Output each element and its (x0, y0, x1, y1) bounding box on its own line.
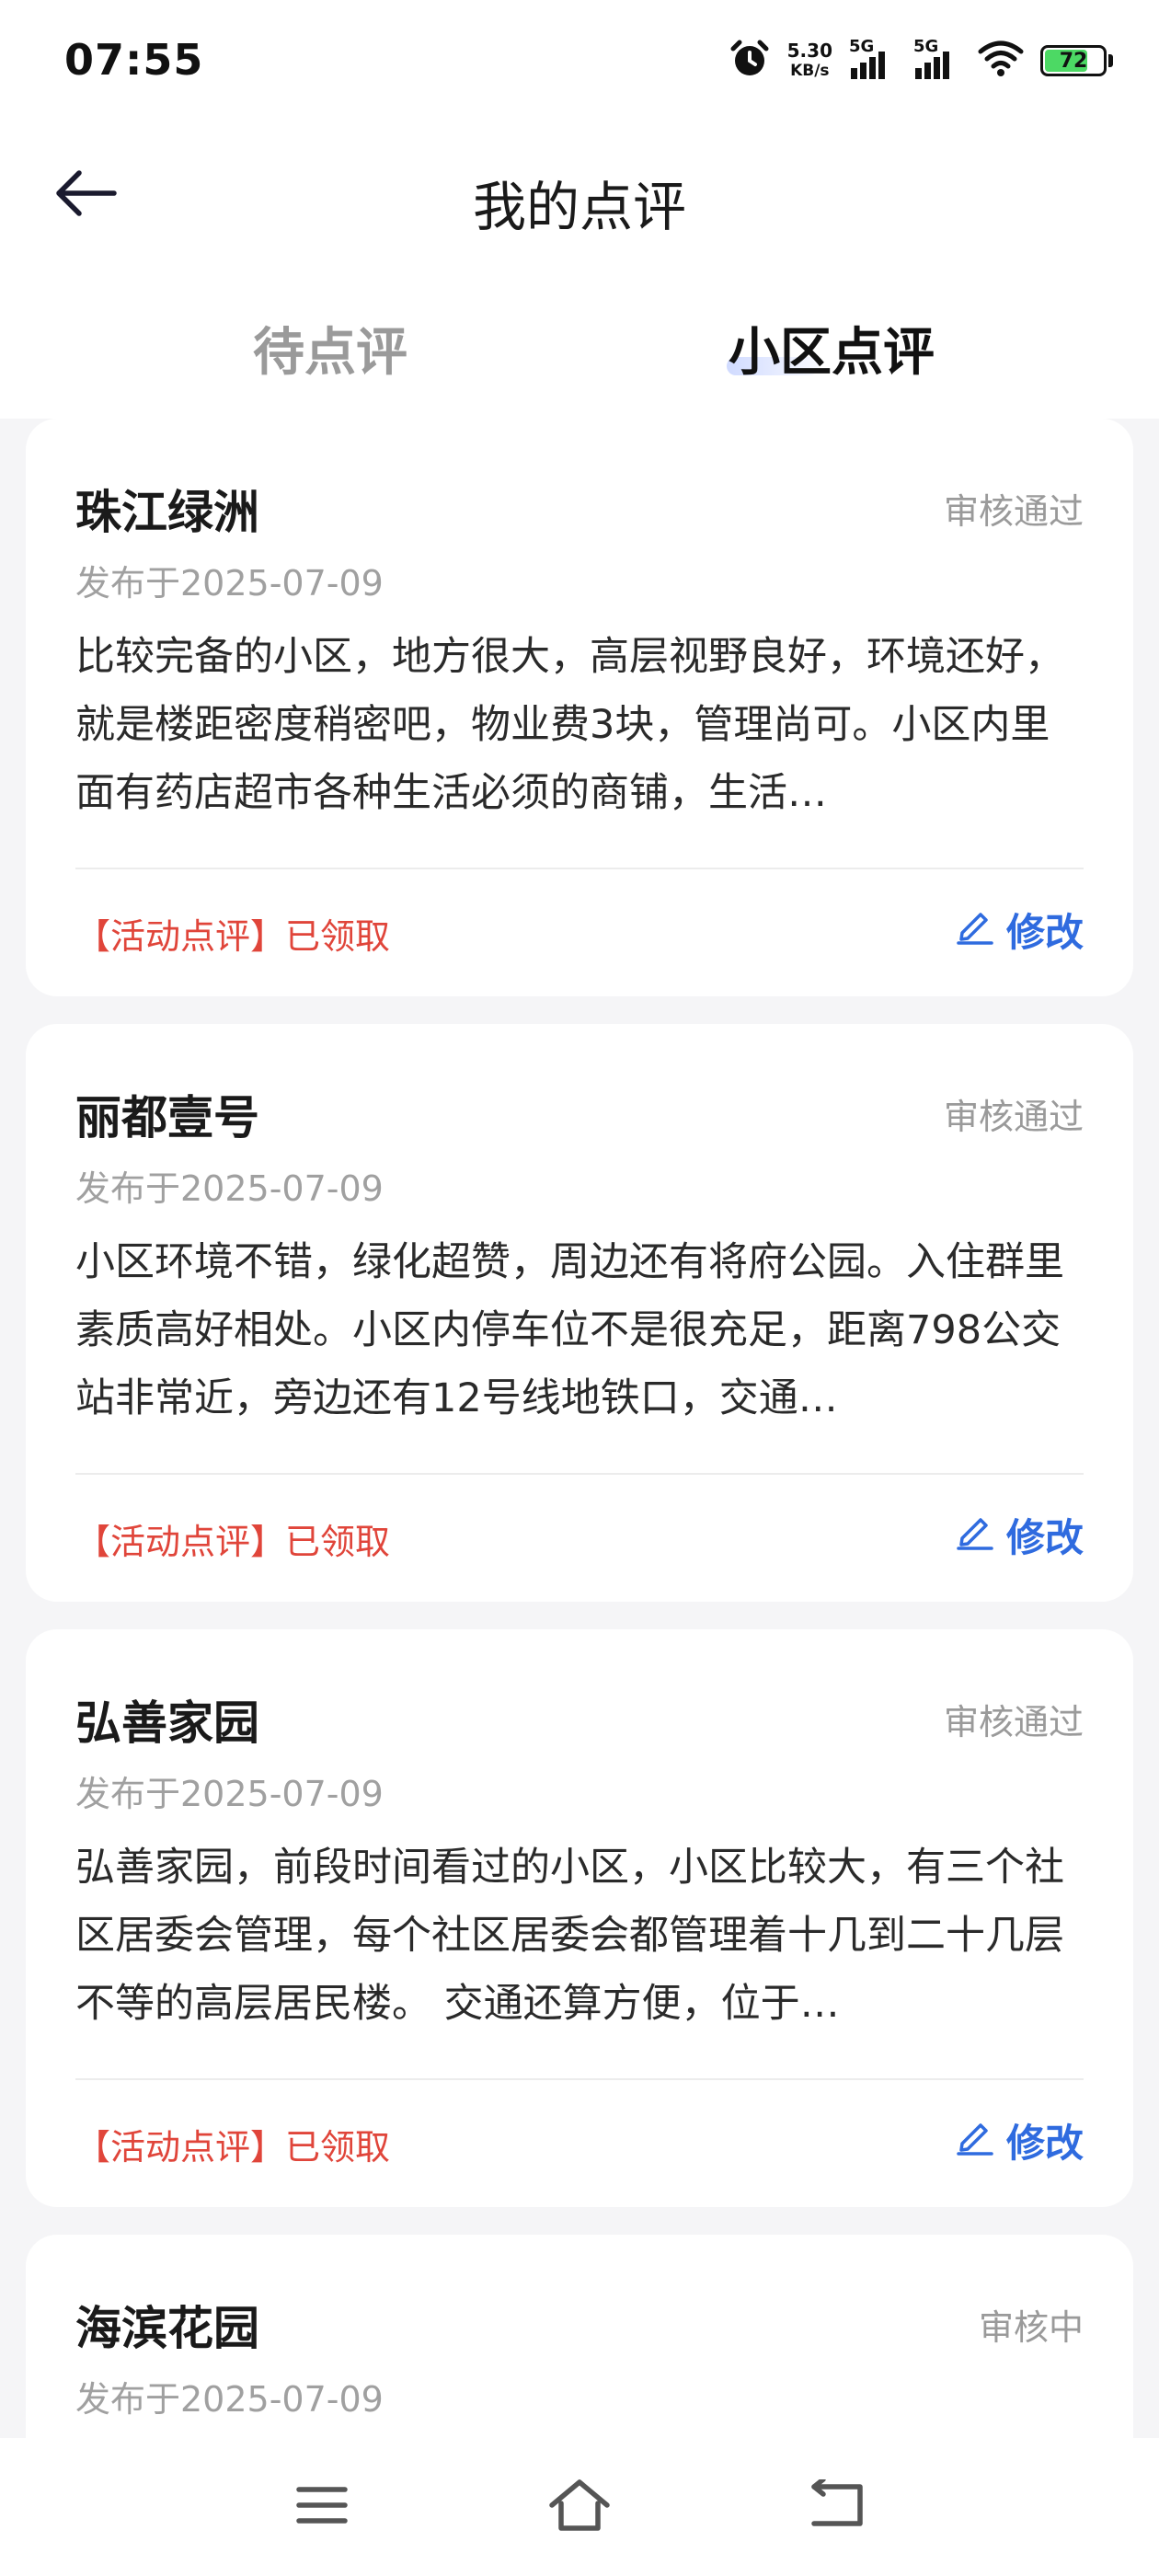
home-button[interactable] (534, 2466, 625, 2548)
tab-pending-review[interactable]: 待点评 (253, 311, 407, 385)
tab-bar: 待点评 小区点评 (0, 294, 1159, 396)
edit-label: 修改 (1005, 910, 1084, 955)
review-text: 弘善家园，前段时间看过的小区，小区比较大，有三个社区居委会管理，每个社区居委会都… (75, 1845, 1064, 2027)
edit-label: 修改 (1005, 1515, 1084, 1560)
sim1-label: 5G (849, 37, 875, 56)
review-card[interactable]: 珠江绿洲 审核通过 发布于2025-07-09 比较完备的小区，地方很大，高层视… (26, 419, 1133, 996)
return-button[interactable] (791, 2466, 883, 2548)
publish-date: 发布于2025-07-09 (75, 1168, 384, 1209)
activity-tag: 【活动点评】已领取 (75, 1522, 391, 1562)
publish-date: 发布于2025-07-09 (75, 2379, 384, 2420)
status-icons: 5.30 KB/s 5G 5G 72 (729, 35, 1113, 86)
alarm-icon (729, 38, 771, 84)
battery-icon: 72 (1040, 45, 1113, 76)
community-name: 珠江绿洲 (75, 486, 259, 539)
signal-icon-sim2: 5G (913, 37, 961, 79)
edit-button[interactable]: 修改 (955, 902, 1084, 958)
publish-date: 发布于2025-07-09 (75, 1774, 384, 1814)
review-text: 小区环境不错，绿化超赞，周边还有将府公园。入住群里素质高好相处。小区内停车位不是… (75, 1239, 1064, 1421)
system-nav-bar (0, 2438, 1159, 2576)
publish-date: 发布于2025-07-09 (75, 563, 384, 604)
page-title: 我的点评 (472, 176, 686, 238)
menu-icon (294, 2482, 350, 2532)
wifi-icon (978, 40, 1024, 81)
net-speed-unit: KB/s (790, 62, 830, 80)
divider (75, 868, 1084, 869)
sim2-label: 5G (913, 37, 939, 56)
edit-label: 修改 (1005, 2121, 1084, 2166)
review-status: 审核通过 (943, 1702, 1084, 1742)
edit-pencil-icon (955, 905, 995, 955)
net-speed-value: 5.30 (786, 40, 832, 62)
community-name: 丽都壹号 (75, 1091, 259, 1144)
review-card[interactable]: 丽都壹号 审核通过 发布于2025-07-09 小区环境不错，绿化超赞，周边还有… (26, 1024, 1133, 1602)
review-status: 审核通过 (943, 1097, 1084, 1137)
review-card[interactable]: 弘善家园 审核通过 发布于2025-07-09 弘善家园，前段时间看过的小区，小… (26, 1629, 1133, 2207)
edit-button[interactable]: 修改 (955, 1507, 1084, 1563)
review-status: 审核中 (978, 2307, 1084, 2348)
home-icon (547, 2478, 612, 2536)
divider (75, 1473, 1084, 1475)
signal-icon-sim1: 5G (849, 37, 897, 79)
app-header: 我的点评 (0, 138, 1159, 248)
return-icon (807, 2477, 867, 2535)
battery-level: 72 (1059, 49, 1088, 73)
community-name: 海滨花园 (75, 2302, 259, 2355)
review-text: 比较完备的小区，地方很大，高层视野良好，环境还好，就是楼距密度稍密吧，物业费3块… (75, 634, 1064, 816)
top-area: 07:55 5.30 KB/s 5G 5G 72 我的点评 待点评 小区点评 (0, 0, 1159, 419)
edit-pencil-icon (955, 2116, 995, 2166)
edit-pencil-icon (955, 1511, 995, 1560)
tab-community-review[interactable]: 小区点评 (729, 311, 935, 385)
activity-tag: 【活动点评】已领取 (75, 2127, 391, 2168)
activity-tag: 【活动点评】已领取 (75, 916, 391, 957)
net-speed: 5.30 KB/s (787, 40, 832, 81)
divider (75, 2078, 1084, 2080)
edit-button[interactable]: 修改 (955, 2112, 1084, 2168)
menu-button[interactable] (276, 2466, 368, 2548)
status-time: 07:55 (64, 35, 204, 85)
status-bar: 07:55 5.30 KB/s 5G 5G 72 (0, 0, 1159, 129)
review-status: 审核通过 (943, 491, 1084, 532)
community-name: 弘善家园 (75, 1696, 259, 1750)
